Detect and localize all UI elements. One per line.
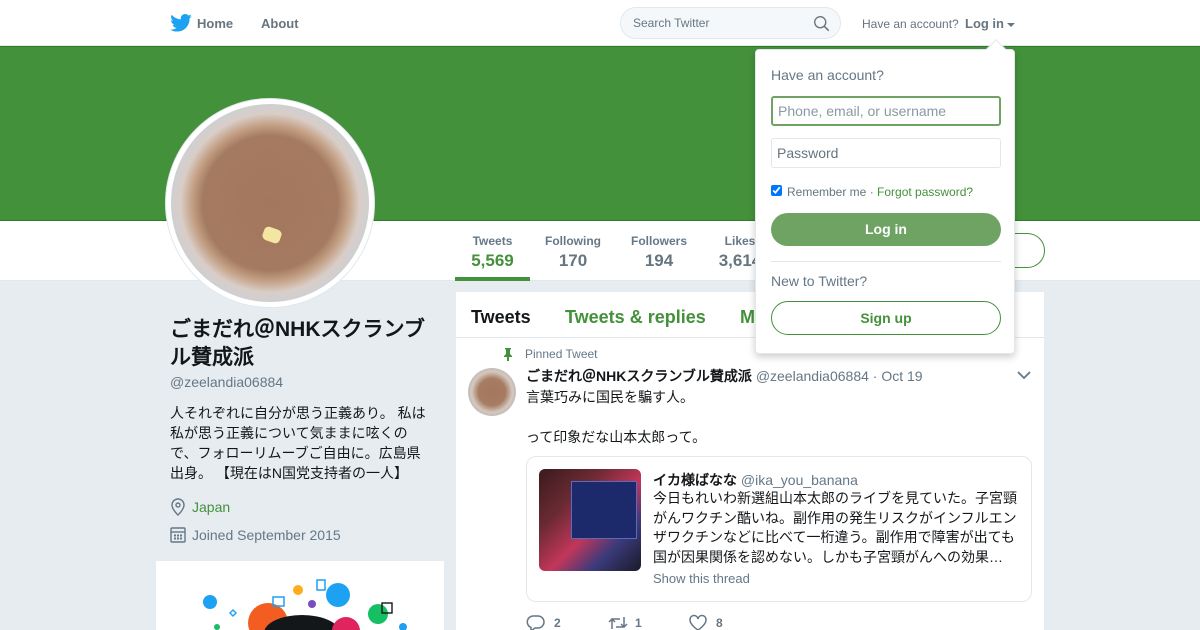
search-input[interactable] <box>633 16 803 30</box>
join-date-text: Joined September 2015 <box>192 527 341 543</box>
like-count: 8 <box>716 616 723 630</box>
pin-icon <box>504 348 512 361</box>
nav-about-link[interactable]: About <box>261 16 299 31</box>
location-pin-icon <box>171 498 185 516</box>
stat-label: Followers <box>630 234 687 248</box>
stat-value: 194 <box>644 251 674 270</box>
retweet-icon <box>608 617 628 629</box>
reply-icon <box>526 615 545 630</box>
signup-button[interactable]: Sign up <box>771 301 1001 335</box>
forgot-password-link[interactable]: Forgot password? <box>877 185 973 199</box>
top-navigation-bar: Home About Have an account? Log in <box>0 0 1200 46</box>
location-text[interactable]: Japan <box>192 499 230 515</box>
promo-illustration <box>203 579 407 630</box>
tab-tweets[interactable]: Tweets <box>471 307 531 328</box>
quoted-tweet-header: イカ様ばなな @ika_you_banana <box>653 470 858 490</box>
separator-dot: · <box>866 185 878 199</box>
quoted-author-handle: @ika_you_banana <box>740 472 858 488</box>
active-stat-underline <box>455 277 530 281</box>
heart-icon <box>689 614 707 630</box>
stat-value: 170 <box>558 251 588 270</box>
calendar-icon <box>170 527 186 543</box>
signup-promo-card <box>156 561 444 630</box>
retweet-count: 1 <box>635 616 642 630</box>
tweet-author-handle[interactable]: @zeelandia06884 <box>756 368 869 384</box>
divider <box>771 261 1001 262</box>
profile-join-date: Joined September 2015 <box>170 527 341 543</box>
stat-label: Following <box>545 234 601 248</box>
have-account-text: Have an account? <box>862 17 959 31</box>
stat-followers[interactable]: Followers 194 <box>628 234 690 271</box>
pinned-tweet-label: Pinned Tweet <box>525 347 598 361</box>
nav-home-link[interactable]: Home <box>197 16 233 31</box>
stat-label: Tweets <box>472 234 513 248</box>
tweet-actions: 2 1 8 <box>526 614 826 630</box>
tweet-author-name[interactable]: ごまだれ＠NHKスクランブル賛成派 <box>526 368 752 384</box>
quoted-tweet-text: 今日もれいわ新選組山本太郎のライブを見ていた。子宮頸がんワクチン酷いね。副作用の… <box>653 490 1017 565</box>
login-toggle-label[interactable]: Log in <box>965 16 1004 31</box>
tweet-text-line: 言葉巧みに国民を騙す人。 <box>526 389 694 405</box>
quoted-tweet[interactable]: イカ様ばなな @ika_you_banana 今日もれいわ新選組山本太郎のライブ… <box>526 456 1032 602</box>
remember-me-label[interactable]: Remember me <box>787 185 866 199</box>
search-icon[interactable] <box>813 15 830 32</box>
stat-value: 5,569 <box>471 251 514 270</box>
tweet-text-line: って印象だな山本太郎って。 <box>526 429 707 445</box>
tab-tweets-replies[interactable]: Tweets & replies <box>565 307 706 328</box>
quoted-author-name: イカ様ばなな <box>653 472 737 488</box>
search-box[interactable] <box>620 7 841 39</box>
login-button[interactable]: Log in <box>771 213 1001 246</box>
show-thread-link[interactable]: Show this thread <box>653 571 750 586</box>
profile-avatar[interactable] <box>165 98 375 308</box>
tweet-text: 言葉巧みに国民を騙す人。 って印象だな山本太郎って。 <box>526 387 1026 447</box>
dropdown-title: Have an account? <box>771 67 884 83</box>
username-field[interactable] <box>771 96 1001 126</box>
profile-location[interactable]: Japan <box>170 498 230 516</box>
tweet-avatar[interactable] <box>468 368 516 416</box>
caret-down-icon <box>1007 22 1015 27</box>
twitter-bird-icon[interactable] <box>170 14 192 32</box>
new-to-twitter-text: New to Twitter? <box>771 273 868 289</box>
remember-me-checkbox[interactable] <box>771 185 782 196</box>
login-dropdown-toggle[interactable]: Log in <box>965 16 1015 31</box>
remember-me-row: Remember me · Forgot password? <box>787 185 973 199</box>
stat-following[interactable]: Following 170 <box>543 234 603 271</box>
chevron-down-icon[interactable] <box>1017 370 1031 380</box>
profile-handle[interactable]: @zeelandia06884 <box>170 374 283 390</box>
profile-bio: 人それぞれに自分が思う正義あり。 私は私が思う正義について気ままに呟くので、フォ… <box>170 405 426 481</box>
password-field[interactable] <box>771 138 1001 168</box>
quoted-tweet-image[interactable] <box>539 469 641 571</box>
tweet-date[interactable]: · Oct 19 <box>873 368 923 384</box>
login-dropdown: Have an account? Remember me · Forgot pa… <box>755 39 1015 354</box>
stat-tweets[interactable]: Tweets 5,569 <box>470 234 515 271</box>
tweet-header: ごまだれ＠NHKスクランブル賛成派 @zeelandia06884 · Oct … <box>526 366 923 386</box>
avatar-image <box>171 104 369 302</box>
reply-count: 2 <box>554 616 561 630</box>
profile-name[interactable]: ごまだれ＠NHKスクランブル賛成派 <box>170 316 430 372</box>
